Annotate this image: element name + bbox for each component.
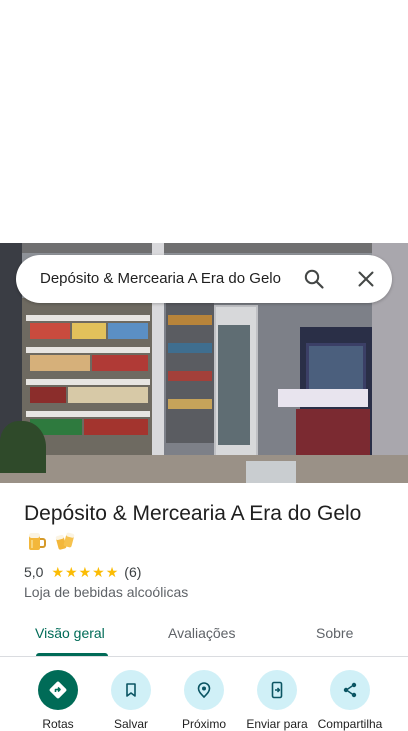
save-label: Salvar [113,717,148,731]
star-icon: ★ [65,564,78,580]
place-tabs: Visão geral Avaliações Sobre [0,612,408,657]
save-button[interactable]: Salvar [94,670,168,731]
rating-value: 5,0 [24,564,44,580]
rating-row[interactable]: 5,0 ★ ★ ★ ★ ★ (6) [24,563,141,581]
share-label: Compartilha [317,717,383,731]
search-bar[interactable]: Depósito & Mercearia A Era do Gelo [16,255,392,303]
clinking-beer-mugs-icon [55,532,75,550]
active-tab-indicator [36,653,108,656]
star-icon: ★ [92,564,105,580]
beer-mug-icon [29,533,46,550]
send-to-phone-button[interactable]: Enviar para [240,670,314,731]
search-query[interactable]: Depósito & Mercearia A Era do Gelo [40,270,302,287]
nearby-button[interactable]: Próximo [167,670,241,731]
share-button[interactable]: Compartilha [313,670,387,731]
share-icon [343,682,357,698]
bookmark-icon [126,683,136,697]
nearby-label: Próximo [181,717,226,731]
close-icon[interactable] [354,267,378,291]
place-category[interactable]: Loja de bebidas alcoólicas [24,584,188,600]
directions-icon [49,681,67,699]
map-area-blank [0,0,408,243]
star-icon: ★ [51,564,65,580]
star-icon: ★ [105,564,119,580]
nearby-icon [197,682,211,699]
directions-button[interactable]: Rotas [21,670,95,731]
send-to-phone-icon [271,681,283,699]
review-count[interactable]: (6) [124,564,141,580]
title-emojis [26,530,76,554]
tab-about[interactable]: Sobre [316,625,353,641]
rating-stars: ★ ★ ★ ★ ★ [51,565,118,579]
place-title: Depósito & Mercearia A Era do Gelo [24,502,362,525]
star-icon: ★ [78,564,92,580]
search-icon[interactable] [302,267,326,291]
send-to-phone-label: Enviar para [246,717,308,731]
tab-reviews[interactable]: Avaliações [168,625,235,641]
action-buttons: Rotas Salvar Próximo Enviar para Compart… [0,670,408,731]
directions-label: Rotas [42,717,74,731]
tab-overview[interactable]: Visão geral [35,625,105,641]
